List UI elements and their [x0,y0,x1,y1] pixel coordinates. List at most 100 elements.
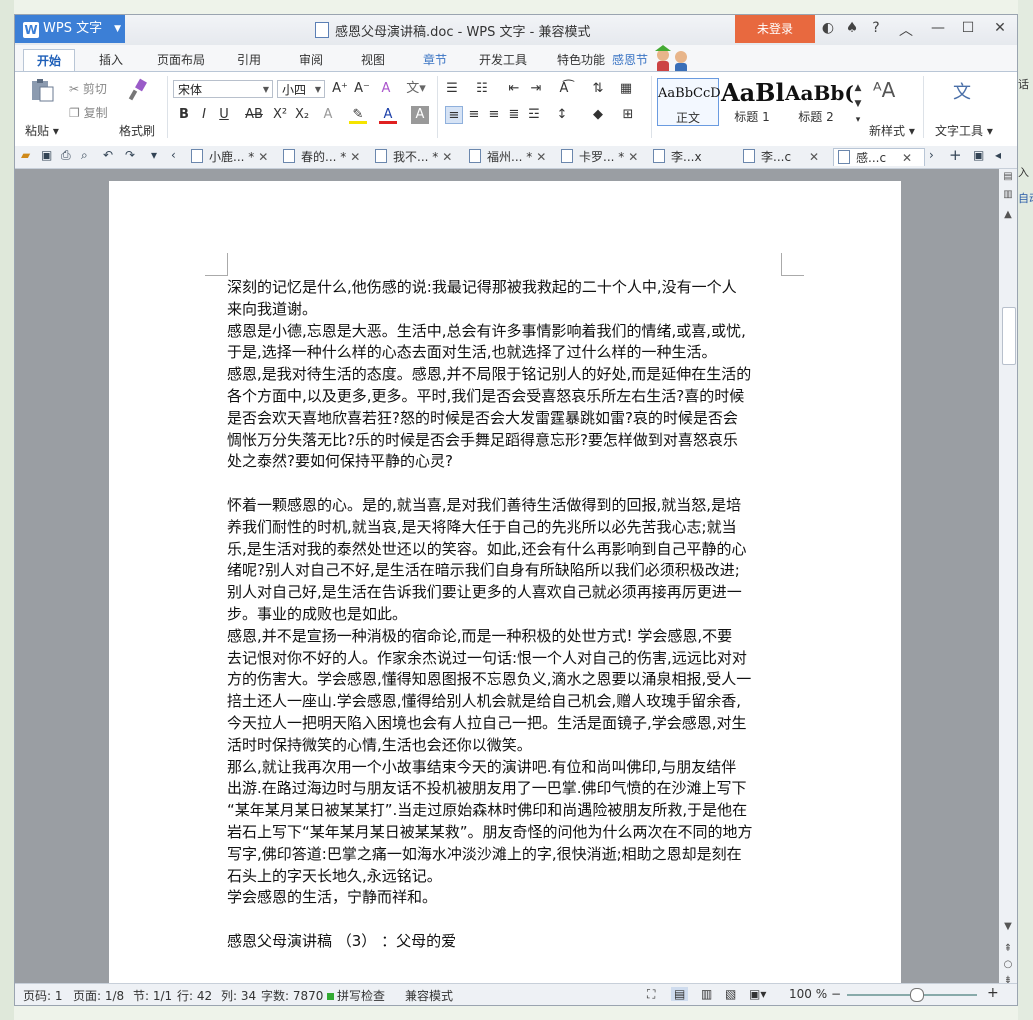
font-name-select[interactable]: 宋体 ▼ [173,80,273,98]
asian-layout-icon[interactable]: A͡ [555,80,573,98]
text-effect-icon[interactable]: A [319,106,337,124]
format-painter-button[interactable]: 格式刷 [119,122,155,139]
scroll-down-icon[interactable]: ▼ [999,921,1017,932]
font-size-select[interactable]: 小四 ▼ [277,80,325,98]
previous-page-icon[interactable]: ⇞ [999,943,1017,954]
app-menu-button[interactable]: W WPS 文字 ▼ [15,15,125,43]
vertical-scrollbar[interactable]: ▤ ▥ ▲ ▼ ⇞ ○ ⇟ [999,169,1017,986]
zoom-out-icon[interactable]: − [831,987,841,1001]
document-tab[interactable]: 李...c ✕ [743,148,819,166]
tab-insert[interactable]: 插入 [91,49,131,71]
clear-format-icon[interactable]: A [377,80,395,98]
page-view-icon[interactable]: ▤ [671,987,689,1001]
subscript-icon[interactable]: X₂ [293,106,311,124]
styles-scroll-icon[interactable]: ▲ ▼ ▾ [849,80,867,128]
shirt-icon[interactable]: ♠ [841,20,863,36]
bold-icon[interactable]: B [175,106,193,124]
align-left-icon[interactable]: ≡ [445,106,463,124]
scroll-up-icon[interactable]: ▲ [999,209,1017,220]
tab-review[interactable]: 审阅 [291,49,331,71]
tabs-scroll-right-icon[interactable]: › [929,148,934,162]
style-heading-1[interactable]: AaBl 标题 1 [721,78,785,126]
tab-page-layout[interactable]: 页面布局 [153,49,209,71]
document-tab[interactable]: 春的... * ✕ [283,148,360,166]
document-tab[interactable]: 小鹿... * ✕ [191,148,268,166]
outline-view-icon[interactable]: ▥ [701,987,712,1001]
fullscreen-view-icon[interactable]: ⛶ [647,987,655,1002]
print-preview-icon[interactable]: ⌕ [81,148,88,163]
document-page[interactable]: 深刻的记忆是什么,他伤感的说:我最记得那被我救起的二十个人中,没有一个人 来向我道… [109,181,901,983]
quick-access-more-icon[interactable]: ▾ [151,148,157,162]
status-word-count[interactable]: 字数: 7870 [261,987,323,1004]
new-style-icon[interactable]: ᴬA [873,78,895,102]
document-tab[interactable]: 福州... * ✕ [469,148,546,166]
collapse-ribbon-icon[interactable]: ︿ [895,20,917,40]
tab-chapter[interactable]: 章节 [415,49,455,71]
tab-home[interactable]: 开始 [23,49,75,71]
tab-thanksgiving[interactable]: 感恩节 [607,49,653,71]
close-icon[interactable]: ✕ [989,20,1011,36]
document-tab[interactable]: 卡罗... * ✕ [561,148,638,166]
numbered-list-icon[interactable]: ☷ [473,80,491,98]
shrink-font-icon[interactable]: A⁻ [353,80,371,98]
align-center-icon[interactable]: ≡ [465,106,483,124]
tabs-scroll-left-icon[interactable]: ‹ [171,148,176,162]
line-spacing-icon[interactable]: ↕ [553,106,571,124]
bullet-list-icon[interactable]: ☰ [443,80,461,98]
minimize-icon[interactable]: — [927,20,949,36]
zoom-in-icon[interactable]: + [987,985,999,1001]
font-color-icon[interactable]: A [379,106,397,124]
copy-button[interactable]: ❐ 复制 [69,104,108,121]
zoom-slider-thumb[interactable] [910,988,924,1002]
text-tools-button[interactable]: 文字工具 ▾ [935,122,993,139]
justify-icon[interactable]: ≣ [505,106,523,124]
scroll-tool-icon[interactable]: ▤ [999,171,1017,182]
web-view-icon[interactable]: ▧ [725,987,736,1001]
tab-references[interactable]: 引用 [229,49,269,71]
maximize-icon[interactable]: ☐ [957,20,979,36]
borders-icon[interactable]: ⊞ [619,106,637,124]
shading-icon[interactable]: ◆ [589,106,607,124]
new-style-button[interactable]: 新样式 ▾ [869,122,915,139]
skin-icon[interactable]: ◐ [817,20,839,36]
tab-list-icon[interactable]: ▣ [973,148,984,162]
distribute-icon[interactable]: ☲ [525,106,543,124]
tab-view[interactable]: 视图 [353,49,393,71]
increase-indent-icon[interactable]: ⇥ [527,80,545,98]
save-icon[interactable]: ▣ [41,148,52,162]
grow-font-icon[interactable]: A⁺ [331,80,349,98]
paste-icon[interactable] [29,78,55,102]
underline-icon[interactable]: U [215,106,233,124]
paste-button[interactable]: 粘贴 ▾ [25,122,59,139]
document-tab[interactable]: 李...x [653,148,702,166]
zoom-level[interactable]: 100 % [789,987,827,1001]
strikethrough-icon[interactable]: AB [241,106,267,124]
redo-icon[interactable]: ↷ [125,148,135,162]
document-body[interactable]: 深刻的记忆是什么,他伤感的说:我最记得那被我救起的二十个人中,没有一个人 来向我道… [227,277,787,953]
highlight-icon[interactable]: ✎ [349,106,367,124]
reading-view-icon[interactable]: ▣▾ [749,987,766,1001]
char-shading-icon[interactable]: A [411,106,429,124]
print-icon[interactable]: ⎙ [61,148,71,163]
decrease-indent-icon[interactable]: ⇤ [505,80,523,98]
sort-icon[interactable]: ⇅ [589,80,607,98]
style-normal[interactable]: AaBbCcD 正文 [657,78,721,126]
text-tools-icon[interactable]: 文 [953,78,971,104]
tab-menu-icon[interactable]: ◂ [995,148,1001,162]
help-icon[interactable]: ? [865,20,887,36]
tab-features[interactable]: 特色功能 [553,49,609,71]
undo-icon[interactable]: ↶ [103,148,113,162]
new-tab-icon[interactable]: + [949,146,962,164]
format-painter-icon[interactable] [125,78,151,102]
cut-button[interactable]: ✂ 剪切 [69,80,107,97]
superscript-icon[interactable]: X² [271,106,289,124]
align-right-icon[interactable]: ≡ [485,106,503,124]
phonetic-icon[interactable]: 文▾ [403,80,429,98]
table-icon[interactable]: ▦ [617,80,635,98]
style-heading-2[interactable]: AaBb( 标题 2 [785,78,854,126]
document-tab[interactable]: 我不... * ✕ [375,148,452,166]
open-folder-icon[interactable]: ▰ [21,148,30,162]
italic-icon[interactable]: I [195,106,213,124]
tab-developer[interactable]: 开发工具 [475,49,531,71]
scroll-tool-icon[interactable]: ▥ [999,189,1017,200]
